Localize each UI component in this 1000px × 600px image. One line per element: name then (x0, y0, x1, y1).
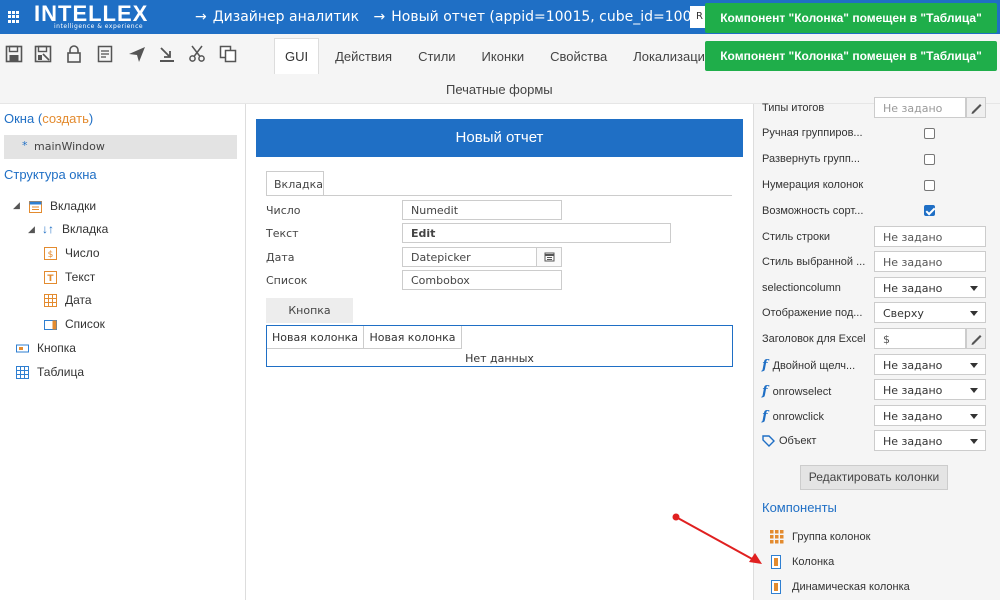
toast-notification[interactable]: Компонент "Колонка" помещен в "Таблица" (705, 3, 997, 33)
annotation-arrow (672, 513, 762, 564)
toast-notification[interactable]: Компонент "Колонка" помещен в "Таблица" (705, 41, 997, 71)
